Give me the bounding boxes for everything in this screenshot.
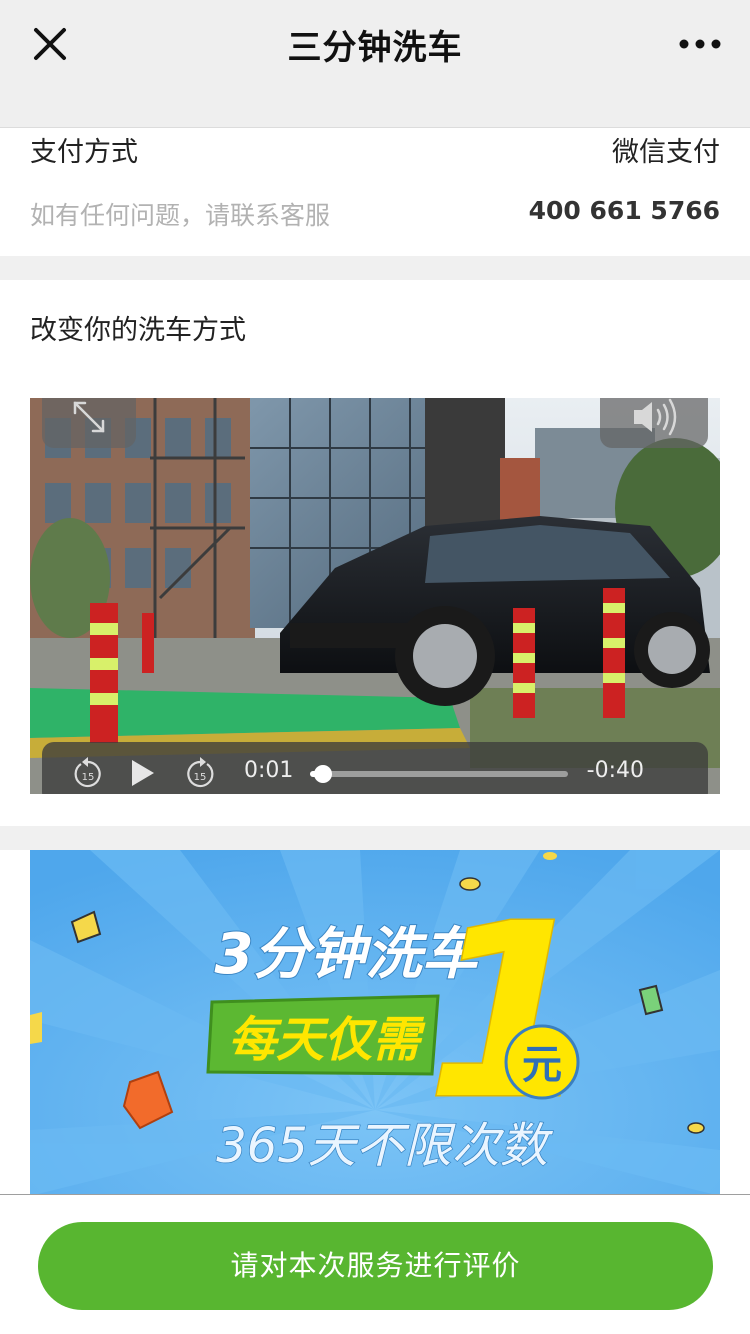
skip-forward-15-icon[interactable]: 15 <box>184 756 216 794</box>
volume-icon <box>634 398 677 436</box>
video-frame <box>30 398 720 794</box>
payment-method-value: 微信支付 <box>612 137 720 168</box>
more-options-icon[interactable] <box>676 24 724 64</box>
payment-method-label: 支付方式 <box>30 137 138 168</box>
video-player[interactable]: 15 15 0:01 -0:40 <box>30 398 720 794</box>
help-text: 如有任何问题，请联系客服 <box>30 201 331 230</box>
current-time: 0:01 <box>244 758 294 783</box>
banner-line2: 每天仅需 <box>228 1012 426 1068</box>
bottom-action-bar: 请对本次服务进行评价 <box>0 1194 750 1334</box>
fullscreen-icon <box>73 401 105 433</box>
video-controls: 15 15 0:01 -0:40 <box>42 742 708 794</box>
banner-big-number: 1 <box>427 872 594 1152</box>
banner-unit: 元 <box>522 1042 562 1088</box>
seek-bar-knob[interactable] <box>313 765 332 783</box>
promo-banner-section: 3分钟洗车 每天仅需 1 元 365天不限次数 <box>0 850 750 1196</box>
seek-bar[interactable] <box>310 765 568 783</box>
skip-back-label: 15 <box>82 772 95 783</box>
skip-forward-label: 15 <box>194 772 207 783</box>
payment-method-row: 支付方式 微信支付 <box>30 130 720 170</box>
remaining-time: -0:40 <box>586 758 644 783</box>
play-icon[interactable] <box>130 758 156 792</box>
service-phone-link[interactable]: 400 661 5766 <box>529 196 720 225</box>
skip-back-15-icon[interactable]: 15 <box>72 756 104 794</box>
video-section: 改变你的洗车方式 15 15 0:01 -0:40 <box>0 280 750 826</box>
video-section-title: 改变你的洗车方式 <box>30 315 246 346</box>
nav-bar: 三分钟洗车 <box>0 0 750 128</box>
rate-service-button[interactable]: 请对本次服务进行评价 <box>38 1222 713 1310</box>
page-title: 三分钟洗车 <box>287 28 463 68</box>
banner-green-tag: 每天仅需 <box>206 994 440 1076</box>
customer-service-row: 如有任何问题，请联系客服 400 661 5766 <box>30 196 720 236</box>
volume-button[interactable] <box>600 398 708 448</box>
payment-info: 支付方式 微信支付 如有任何问题，请联系客服 400 661 5766 <box>0 128 750 256</box>
promo-banner[interactable]: 3分钟洗车 每天仅需 1 元 365天不限次数 <box>30 850 720 1196</box>
fullscreen-button[interactable] <box>42 398 136 448</box>
banner-line3: 365天不限次数 <box>216 1118 554 1174</box>
